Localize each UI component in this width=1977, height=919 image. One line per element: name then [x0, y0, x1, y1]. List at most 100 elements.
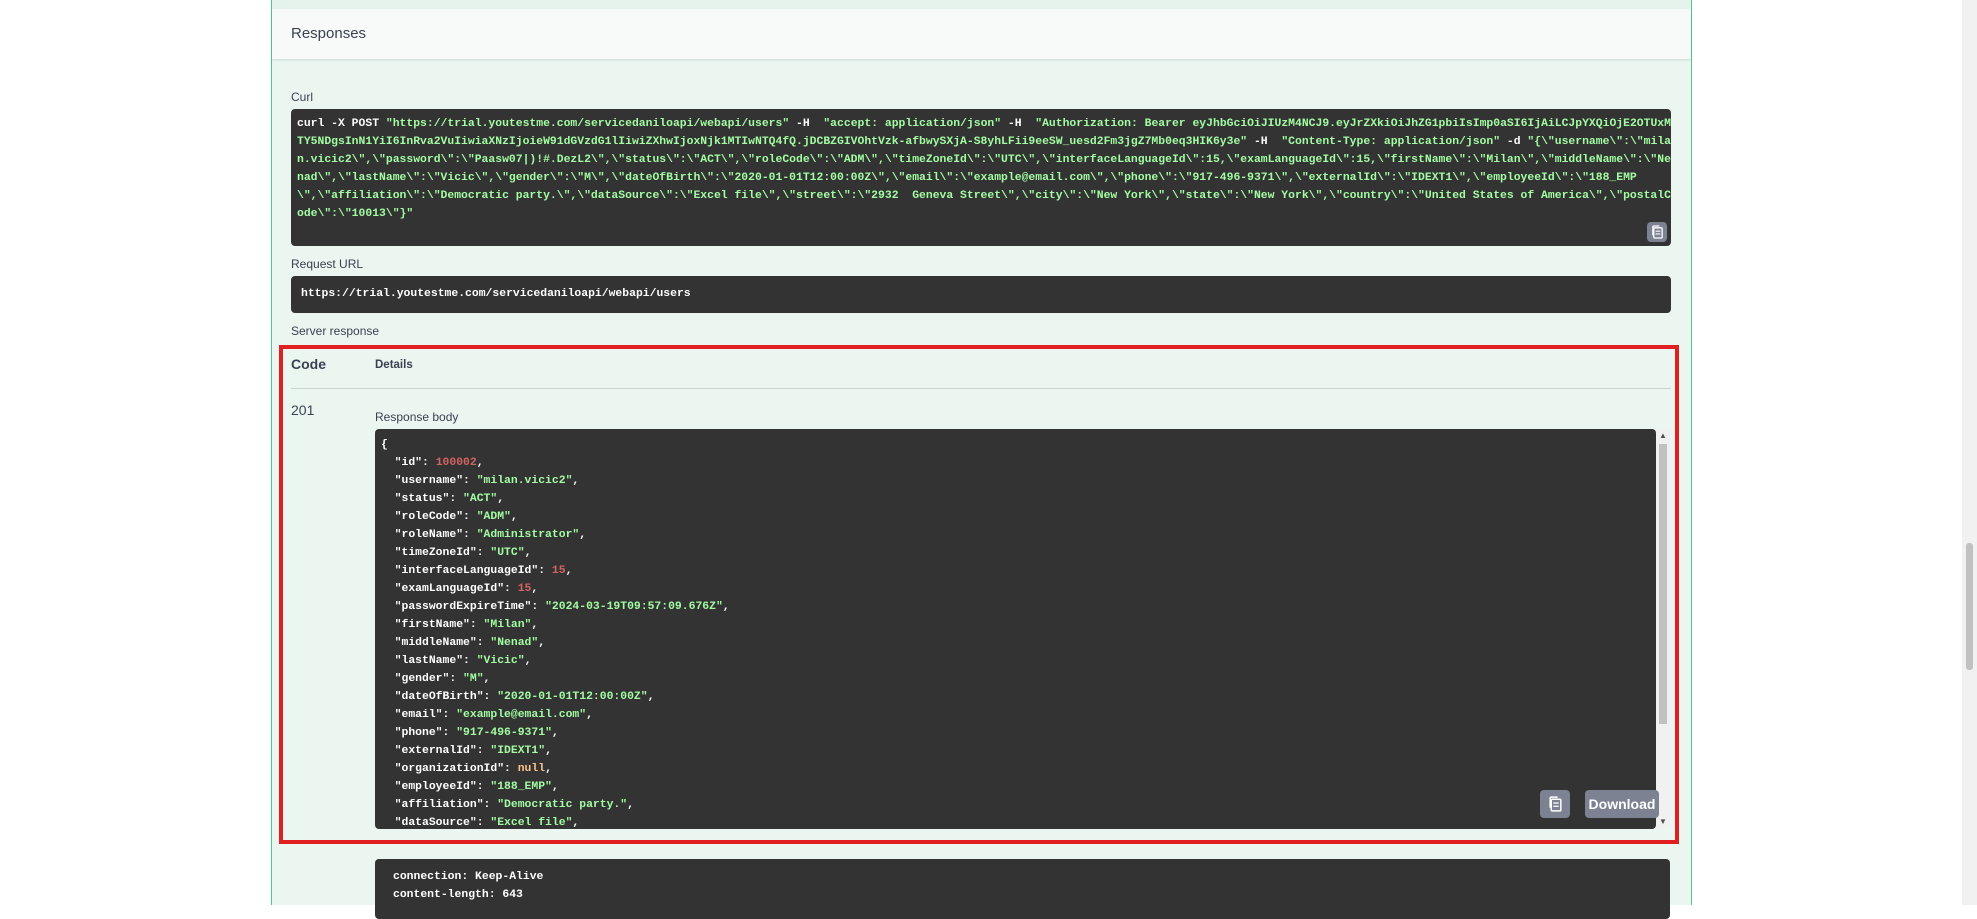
server-response-label: Server response	[291, 324, 380, 338]
response-body-label: Response body	[375, 410, 459, 424]
json-value: 15	[517, 583, 532, 595]
json-value: "M"	[463, 673, 484, 685]
json-key: "passwordExpireTime"	[394, 601, 532, 613]
json-line: "id": 100002,	[394, 457, 484, 469]
json-line: "dateOfBirth": "2020-01-01T12:00:00Z",	[394, 691, 655, 703]
json-value: null	[517, 763, 546, 775]
json-key: "affiliation"	[394, 799, 484, 811]
scroll-down-arrow-icon[interactable]: ▼	[1656, 817, 1670, 827]
json-line: "dataSource": "Excel file",	[394, 817, 580, 829]
json-value: "Milan"	[483, 619, 532, 631]
json-key: "dataSource"	[394, 817, 477, 829]
json-key: "phone"	[394, 727, 443, 739]
json-line: "firstName": "Milan",	[394, 619, 539, 631]
json-value: "example@email.com"	[456, 709, 587, 721]
header-line: content-length: 643	[393, 889, 523, 901]
curl-command: curl -X POST "https://trial.youtestme.co…	[291, 109, 1683, 229]
download-button[interactable]: Download	[1585, 790, 1659, 818]
json-key: "username"	[394, 475, 464, 487]
copy-response-button[interactable]	[1540, 790, 1570, 818]
json-line: "interfaceLanguageId": 15,	[394, 565, 573, 577]
json-line: "middleName": "Nenad",	[394, 637, 546, 649]
json-value: "2024-03-19T09:57:09.676Z"	[545, 601, 723, 613]
json-value: "IDEXT1"	[490, 745, 546, 757]
json-value: "2020-01-01T12:00:00Z"	[497, 691, 648, 703]
curl-label: Curl	[291, 90, 314, 104]
json-key: "organizationId"	[394, 763, 505, 775]
request-url-block[interactable]: https://trial.youtestme.com/servicedanil…	[291, 276, 1671, 313]
json-line: "email": "example@email.com",	[394, 709, 593, 721]
curl-data: "{\"username\":\"milan.vicic2\",\"passwo…	[297, 136, 1671, 220]
json-key: "timeZoneId"	[394, 547, 477, 559]
json-line: "organizationId": null,	[394, 763, 552, 775]
json-value: "Administrator"	[476, 529, 580, 541]
curl-cmd: curl -X POST	[297, 118, 386, 130]
json-key: "dateOfBirth"	[394, 691, 484, 703]
curl-header-content-type: "Content-Type: application/json"	[1274, 136, 1501, 148]
panel-top-strip	[272, 0, 1691, 9]
response-headers-block[interactable]: connection: Keep-Alive content-length: 6…	[375, 859, 1670, 919]
json-line: "examLanguageId": 15,	[394, 583, 539, 595]
details-column-header: Details	[375, 359, 413, 371]
json-key: "status"	[394, 493, 450, 505]
json-key: "interfaceLanguageId"	[394, 565, 539, 577]
response-body-json: { "id": 100002, "username": "milan.vicic…	[375, 429, 1656, 829]
copy-icon	[1651, 225, 1663, 239]
json-value: 15	[551, 565, 566, 577]
json-line: "timeZoneId": "UTC",	[394, 547, 532, 559]
page-scrollbar[interactable]	[1962, 0, 1977, 905]
curl-flag: -H	[1247, 136, 1275, 148]
curl-flag: -H	[789, 118, 817, 130]
json-key: "examLanguageId"	[394, 583, 505, 595]
curl-flag: -H	[1001, 118, 1029, 130]
scroll-up-arrow-icon[interactable]: ▲	[1656, 431, 1670, 441]
scroll-thumb[interactable]	[1659, 444, 1667, 724]
curl-code-block[interactable]: curl -X POST "https://trial.youtestme.co…	[291, 109, 1671, 246]
request-url-value: https://trial.youtestme.com/servicedanil…	[301, 288, 691, 300]
json-value: "917-496-9371"	[456, 727, 552, 739]
json-line: "roleName": "Administrator",	[394, 529, 587, 541]
json-value: "Nenad"	[490, 637, 539, 649]
json-value: "Democratic party."	[497, 799, 628, 811]
json-key: "roleCode"	[394, 511, 464, 523]
copy-curl-button[interactable]	[1647, 222, 1667, 242]
json-line: "lastName": "Vicic",	[394, 655, 532, 667]
json-value: "188_EMP"	[490, 781, 552, 793]
json-key: "email"	[394, 709, 443, 721]
json-key: "gender"	[394, 673, 450, 685]
json-line: "affiliation": "Democratic party.",	[394, 799, 634, 811]
code-column-header: Code	[291, 356, 326, 372]
table-divider	[291, 388, 1671, 389]
json-value: "Vicic"	[476, 655, 525, 667]
curl-header-accept: "accept: application/json"	[816, 118, 1002, 130]
request-url-label: Request URL	[291, 257, 364, 271]
json-key: "externalId"	[394, 745, 477, 757]
curl-url: "https://trial.youtestme.com/servicedani…	[385, 118, 790, 130]
json-key: "employeeId"	[394, 781, 477, 793]
json-line: "phone": "917-496-9371",	[394, 727, 559, 739]
json-line: "status": "ACT",	[394, 493, 505, 505]
response-body-scrollbar[interactable]: ▲ ▼	[1656, 429, 1670, 829]
response-body-block[interactable]: { "id": 100002, "username": "milan.vicic…	[375, 429, 1656, 829]
curl-flag: -d	[1500, 136, 1528, 148]
json-open-brace: {	[381, 439, 388, 451]
json-key: "middleName"	[394, 637, 477, 649]
page-scroll-thumb[interactable]	[1966, 543, 1973, 670]
json-line: "externalId": "IDEXT1",	[394, 745, 552, 757]
json-value: 100002	[435, 457, 477, 469]
json-line: "employeeId": "188_EMP",	[394, 781, 559, 793]
json-key: "lastName"	[394, 655, 464, 667]
copy-icon	[1548, 796, 1562, 812]
response-status-code: 201	[291, 402, 315, 418]
json-line: "gender": "M",	[394, 673, 491, 685]
json-line: "passwordExpireTime": "2024-03-19T09:57:…	[394, 601, 730, 613]
json-key: "roleName"	[394, 529, 464, 541]
responses-title: Responses	[291, 25, 367, 42]
json-value: "Excel file"	[490, 817, 573, 829]
json-key: "id"	[394, 457, 423, 469]
json-line: "username": "milan.vicic2",	[394, 475, 580, 487]
json-value: "milan.vicic2"	[476, 475, 573, 487]
json-value: "UTC"	[490, 547, 525, 559]
responses-header: Responses	[272, 9, 1691, 59]
json-value: "ACT"	[463, 493, 498, 505]
